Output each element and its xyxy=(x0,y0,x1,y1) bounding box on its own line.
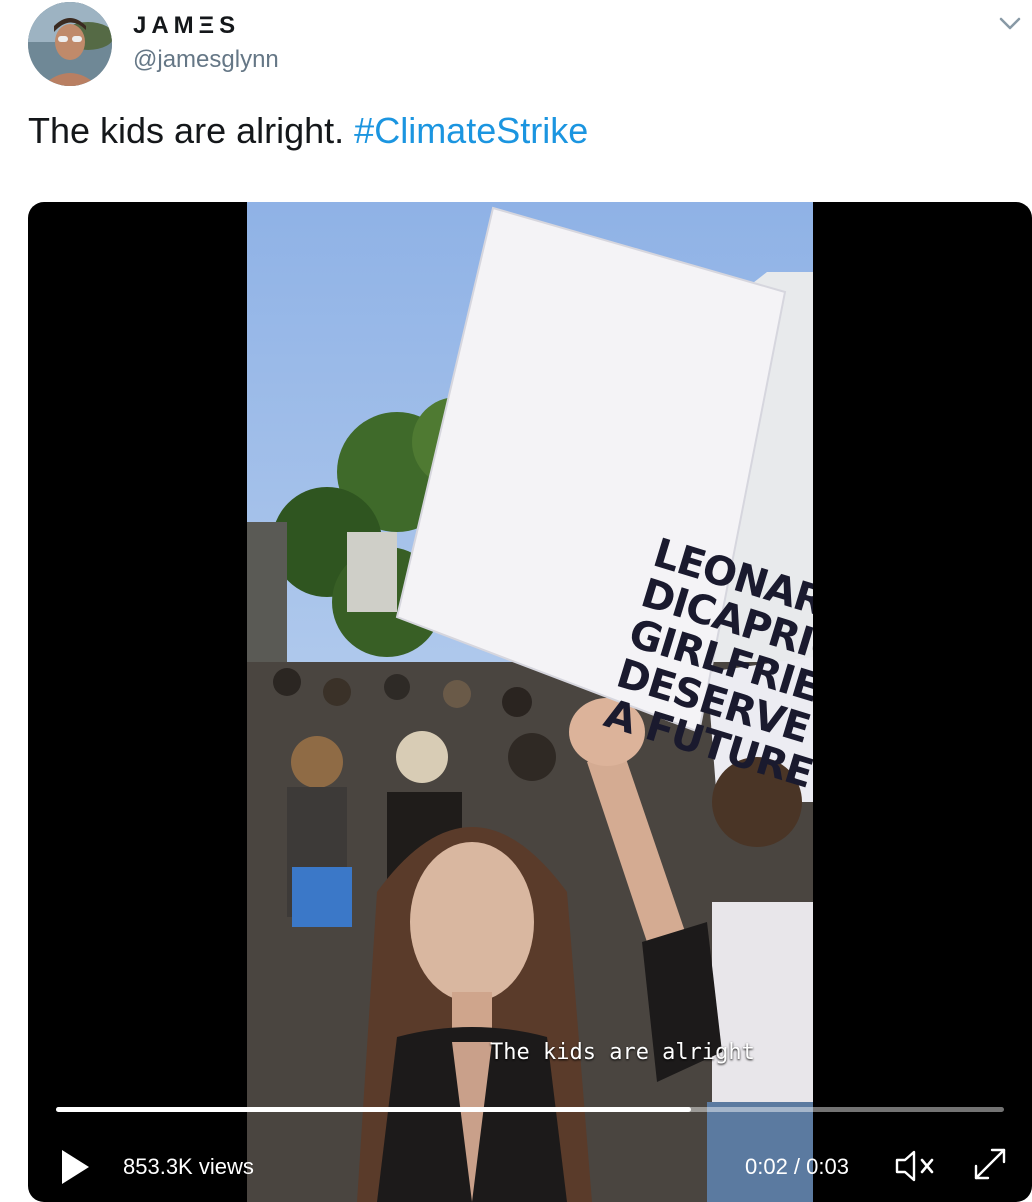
volume-muted-icon[interactable] xyxy=(894,1148,940,1184)
chevron-down-icon[interactable] xyxy=(995,8,1025,38)
avatar-image xyxy=(28,2,112,86)
video-player[interactable]: LEONARDO DICAPRIO'S GIRLFRIENDS DESERVE … xyxy=(28,202,1032,1202)
tweet-text: The kids are alright. #ClimateStrike xyxy=(28,110,588,152)
view-count: 853.3K views xyxy=(123,1154,254,1179)
play-icon[interactable] xyxy=(58,1147,92,1187)
video-frame[interactable]: LEONARDO DICAPRIO'S GIRLFRIENDS DESERVE … xyxy=(247,202,813,1202)
playback-time: 0:02 / 0:03 xyxy=(745,1154,849,1179)
video-caption: The kids are alright xyxy=(490,1040,755,1065)
tweet-body: The kids are alright. xyxy=(28,110,345,151)
hashtag-link[interactable]: #ClimateStrike xyxy=(354,110,588,151)
fullscreen-icon[interactable] xyxy=(970,1144,1010,1184)
display-name[interactable]: JAMΞS xyxy=(133,12,240,40)
user-handle[interactable]: @jamesglynn xyxy=(133,46,279,74)
avatar[interactable] xyxy=(28,2,112,86)
progress-fill xyxy=(56,1107,692,1112)
progress-bar[interactable] xyxy=(56,1107,1004,1112)
